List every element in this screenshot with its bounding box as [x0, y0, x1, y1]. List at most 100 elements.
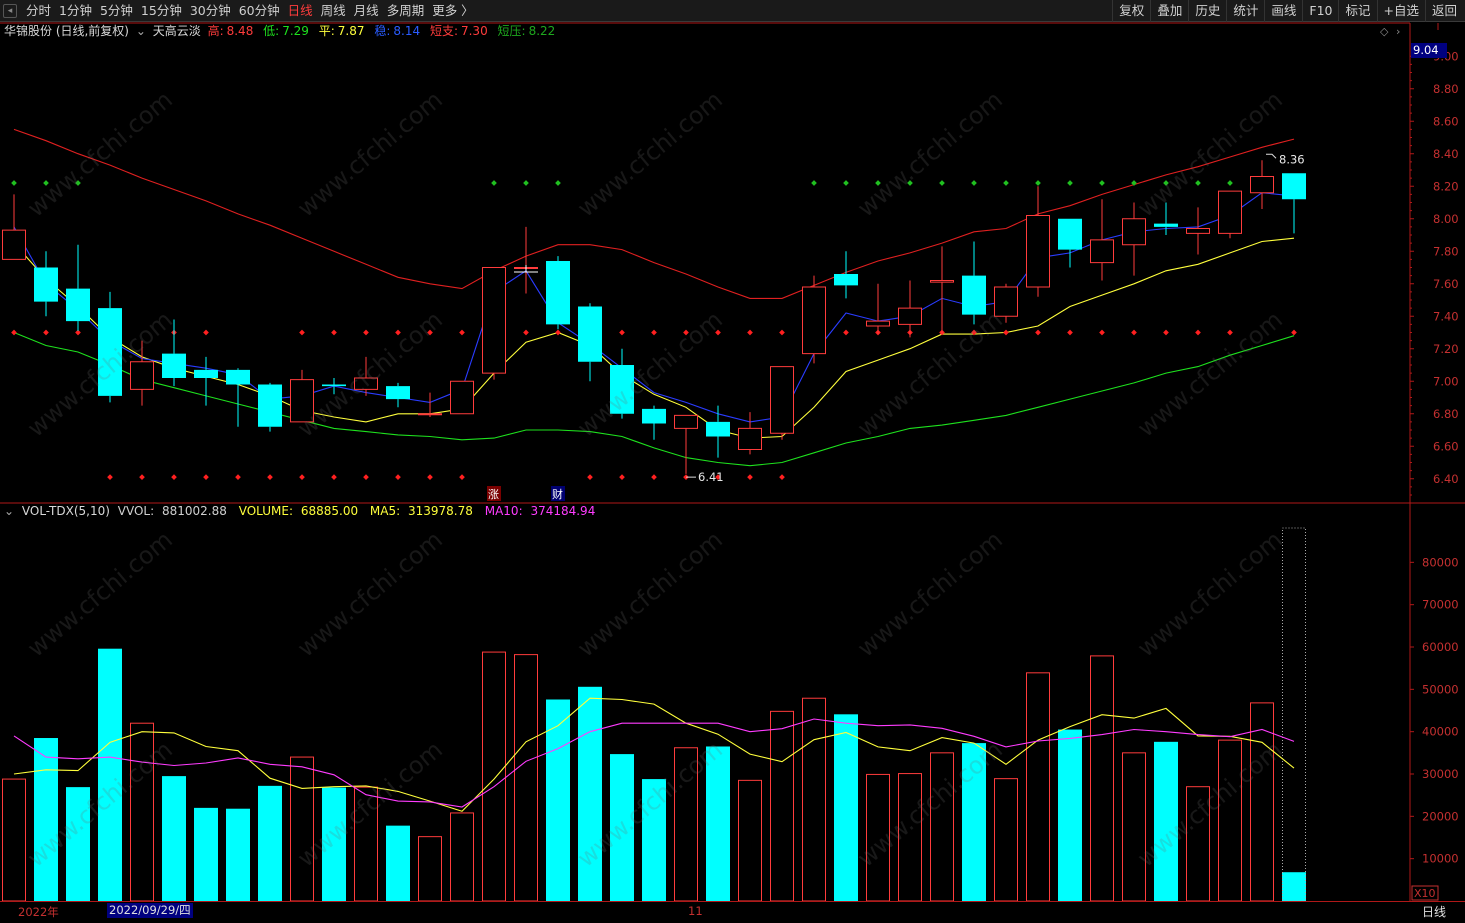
- candle-down: [610, 365, 634, 414]
- chart-canvas[interactable]: 9.008.808.608.408.208.007.807.607.407.20…: [0, 0, 1465, 923]
- support-dot: [203, 329, 209, 336]
- support-dot: [619, 329, 625, 336]
- candle-up: [130, 361, 154, 390]
- bottom-dot: [299, 474, 305, 480]
- volume-bar-down: [1154, 741, 1178, 901]
- volume-bar-up: [482, 651, 506, 902]
- resistance-dot: [1003, 180, 1009, 186]
- candle-up: [354, 377, 378, 390]
- volume-bar-down: [386, 825, 410, 901]
- support-dot: [1099, 329, 1105, 336]
- volume-bar-up: [866, 773, 890, 902]
- volume-bar-up: [1122, 752, 1146, 902]
- projected-volume-box: [1282, 527, 1306, 902]
- support-dot: [683, 329, 689, 336]
- candle-down: [226, 369, 250, 385]
- volume-tick-label: 50000: [1422, 682, 1459, 696]
- resistance-dot: [1035, 180, 1041, 186]
- indicator-toggle-icon[interactable]: ⌄: [136, 24, 146, 38]
- support-dot: [747, 329, 753, 336]
- volume-bar-up: [450, 812, 474, 902]
- volume-bar-down: [706, 746, 730, 901]
- candle-up: [770, 366, 794, 434]
- volume-toggle-icon[interactable]: ⌄: [4, 504, 14, 518]
- price-tick-label: 6.80: [1433, 407, 1459, 421]
- price-tick-label: 8.20: [1433, 179, 1459, 193]
- volume-tick-label: 70000: [1422, 598, 1459, 612]
- candle-down: [258, 384, 282, 427]
- volume-bar-down: [194, 807, 218, 901]
- support-dot: [779, 329, 785, 336]
- volume-bar-up: [674, 747, 698, 902]
- low-annotation-label: 6.41: [698, 470, 724, 484]
- period-label: 日线: [1422, 905, 1447, 919]
- volume-bar-up: [1090, 655, 1114, 902]
- candle-up: [1122, 218, 1146, 246]
- indicator-mid: 平: 7.87: [318, 24, 365, 38]
- support-dot: [555, 329, 561, 336]
- support-dot: [331, 329, 337, 336]
- volume-tick-label: 80000: [1422, 555, 1459, 569]
- volume-bar-up: [354, 786, 378, 902]
- candle-down: [1154, 223, 1178, 227]
- candle-up: [1026, 215, 1050, 288]
- volume-bar-up: [418, 836, 442, 902]
- volume-bar-down: [642, 779, 666, 901]
- support-dot: [1227, 329, 1233, 336]
- resistance-dot: [907, 180, 913, 186]
- resistance-dot: [1163, 180, 1169, 186]
- support-dot: [427, 329, 433, 336]
- volume-bar-down: [226, 808, 250, 901]
- candle-up: [1250, 176, 1274, 194]
- resistance-dot: [555, 180, 561, 186]
- high-annotation-label: 8.36: [1279, 152, 1305, 166]
- candle-up: [738, 427, 762, 450]
- candle-down: [194, 369, 218, 378]
- indicator-stable: 稳: 8.14: [374, 24, 421, 38]
- resistance-dot: [523, 180, 529, 186]
- volume-bar-up: [738, 779, 762, 902]
- ma5-value: MA5: 313978.78: [369, 504, 473, 518]
- chevron-icon: ›: [1396, 25, 1400, 38]
- indicator-name[interactable]: 天高云淡: [153, 24, 201, 38]
- resistance-dot: [971, 180, 977, 186]
- diamond-icon: ◇: [1380, 25, 1389, 38]
- volume-bar-down: [834, 714, 858, 901]
- candle-down: [706, 421, 730, 437]
- volume-value: VOLUME: 68885.00: [238, 504, 359, 518]
- candle-up: [482, 267, 506, 374]
- candle-down: [66, 288, 90, 322]
- volume-bar-up: [130, 722, 154, 902]
- support-dot: [459, 329, 465, 336]
- resistance-dot: [843, 180, 849, 186]
- candle-down: [98, 308, 122, 396]
- volume-tick-label: 20000: [1422, 809, 1459, 823]
- cursor-date: 2022/09/29/四: [107, 903, 193, 918]
- candle-up: [418, 413, 442, 416]
- volume-bar-up: [898, 773, 922, 902]
- candle-up: [994, 286, 1018, 317]
- vvol-value: VVOL: 881002.88: [117, 504, 227, 518]
- candle-up: [674, 414, 698, 429]
- volume-bar-down: [66, 787, 90, 901]
- price-tick-label: 7.80: [1433, 244, 1459, 258]
- candle-up: [2, 229, 26, 260]
- candle-down: [34, 267, 58, 302]
- volume-bar-up: [770, 710, 794, 902]
- support-dot: [651, 329, 657, 336]
- indicator-short-support: 短支: 7.30: [429, 24, 488, 38]
- bottom-dot: [587, 474, 593, 480]
- price-tick-label: 8.60: [1433, 114, 1459, 128]
- price-tick-label: 7.20: [1433, 342, 1459, 356]
- price-tick-label: 8.00: [1433, 212, 1459, 226]
- support-dot: [363, 329, 369, 336]
- volume-tick-label: 30000: [1422, 767, 1459, 781]
- bottom-dot: [107, 474, 113, 480]
- resistance-dot: [75, 180, 81, 186]
- volume-unit-label: X10: [1414, 887, 1436, 900]
- volume-bar-up: [930, 752, 954, 902]
- time-axis: [0, 901, 1465, 923]
- volume-indicator-name[interactable]: VOL-TDX(5,10): [22, 504, 110, 518]
- bottom-dot: [203, 474, 209, 480]
- support-dot: [299, 329, 305, 336]
